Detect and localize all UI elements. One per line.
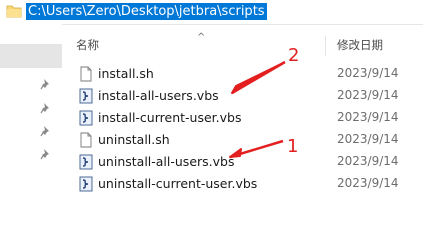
column-header: 名称 ^ 修改日期	[62, 32, 423, 56]
file-row[interactable]: uninstall-all-users.vbs 2023/9/14	[62, 151, 423, 173]
file-name: install-all-users.vbs	[98, 88, 219, 103]
file-row[interactable]: install-all-users.vbs 2023/9/14	[62, 85, 423, 107]
vbscript-icon	[79, 110, 93, 126]
file-name: install.sh	[98, 66, 154, 81]
address-bar[interactable]: C:\Users\Zero\Desktop\jetbra\scripts	[0, 0, 423, 25]
file-row[interactable]: uninstall-current-user.vbs 2023/9/14	[62, 173, 423, 195]
address-path[interactable]: C:\Users\Zero\Desktop\jetbra\scripts	[26, 3, 267, 20]
file-date: 2023/9/14	[337, 176, 399, 190]
file-date: 2023/9/14	[337, 132, 399, 146]
pin-icon	[40, 103, 49, 114]
pin-icon	[40, 149, 49, 160]
pin-icon	[40, 126, 49, 137]
file-row[interactable]: install.sh 2023/9/14	[62, 63, 423, 85]
pin-icon	[40, 79, 49, 90]
column-name-header[interactable]: 名称	[76, 37, 99, 53]
file-name: uninstall-all-users.vbs	[98, 154, 235, 169]
file-date: 2023/9/14	[337, 110, 399, 124]
document-icon	[80, 132, 92, 148]
file-date: 2023/9/14	[337, 154, 399, 168]
file-date: 2023/9/14	[337, 66, 399, 80]
column-date-header[interactable]: 修改日期	[337, 37, 383, 53]
sort-up-icon: ^	[197, 32, 206, 43]
file-name: install-current-user.vbs	[98, 110, 242, 125]
file-name: uninstall.sh	[98, 132, 170, 147]
file-row[interactable]: uninstall.sh 2023/9/14	[62, 129, 423, 151]
navigation-selected-item[interactable]	[0, 44, 62, 68]
folder-icon	[6, 5, 22, 18]
vbscript-icon	[79, 176, 93, 192]
file-row[interactable]: install-current-user.vbs 2023/9/14	[62, 107, 423, 129]
file-date: 2023/9/14	[337, 88, 399, 102]
vbscript-icon	[79, 154, 93, 170]
vbscript-icon	[79, 88, 93, 104]
column-divider[interactable]	[325, 36, 326, 56]
document-icon	[80, 66, 92, 82]
file-name: uninstall-current-user.vbs	[98, 176, 258, 191]
